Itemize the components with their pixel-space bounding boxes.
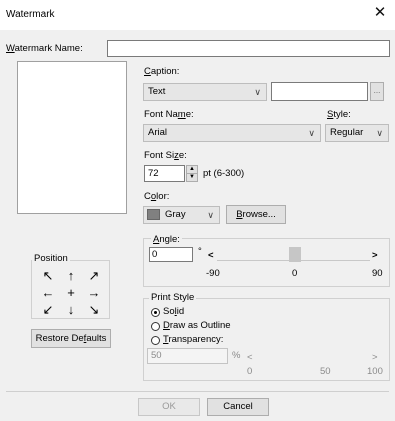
- transparency-max-label: 100: [367, 366, 383, 377]
- percent-label: %: [232, 350, 241, 361]
- outline-radio[interactable]: [151, 322, 160, 331]
- outline-radio-label: Draw as Outline: [163, 320, 231, 331]
- angle-slider-thumb[interactable]: [289, 247, 301, 262]
- color-swatch: [147, 209, 160, 220]
- position-right-icon[interactable]: →: [83, 285, 105, 300]
- degree-symbol: °: [198, 246, 202, 257]
- cancel-button[interactable]: Cancel: [207, 398, 269, 416]
- font-size-input[interactable]: 72: [144, 165, 185, 182]
- color-label: Color:: [144, 191, 170, 202]
- angle-mid-label: 0: [292, 268, 298, 279]
- chevron-down-icon: ∨: [254, 87, 261, 97]
- chevron-down-icon: ∨: [376, 128, 383, 138]
- transparency-input[interactable]: 50: [147, 348, 228, 364]
- position-left-icon[interactable]: ←: [37, 285, 59, 300]
- position-top-icon[interactable]: ↑: [60, 268, 82, 283]
- caption-type-dropdown[interactable]: Text ∨: [143, 83, 267, 101]
- position-top-left-icon[interactable]: ↖: [37, 268, 59, 284]
- watermark-preview: [17, 61, 127, 214]
- restore-defaults-button[interactable]: Restore Defaults: [31, 329, 111, 348]
- transparency-slider-right-arrow[interactable]: >: [372, 352, 378, 363]
- chevron-down-icon: ∨: [207, 210, 214, 220]
- transparency-min-label: 0: [247, 366, 253, 377]
- font-size-label: Font Size:: [144, 150, 187, 161]
- angle-group: [143, 238, 390, 287]
- font-name-dropdown[interactable]: Arial ∨: [143, 124, 321, 142]
- style-label: Style:: [327, 109, 351, 120]
- position-top-right-icon[interactable]: ↗: [83, 268, 105, 284]
- browse-button[interactable]: Browse...: [226, 205, 286, 224]
- position-bottom-icon[interactable]: ↓: [60, 302, 82, 317]
- angle-input[interactable]: 0: [149, 247, 193, 262]
- watermark-name-label: Watermark Name:: [6, 43, 83, 54]
- print-style-label: Print Style: [149, 292, 197, 303]
- transparency-radio[interactable]: [151, 336, 160, 345]
- position-label: Position: [32, 253, 70, 264]
- font-name-label: Font Name:: [144, 109, 194, 120]
- position-bottom-left-icon[interactable]: ↙: [37, 302, 59, 318]
- title-bar: [0, 0, 395, 30]
- font-size-down-icon[interactable]: ▼: [186, 173, 198, 182]
- angle-slider-right-arrow[interactable]: >: [372, 250, 378, 261]
- ok-button[interactable]: OK: [138, 398, 200, 416]
- angle-label: Angle:: [151, 234, 182, 245]
- angle-max-label: 90: [372, 268, 383, 279]
- close-icon[interactable]: ✕: [371, 4, 389, 22]
- dialog-title: Watermark: [6, 9, 55, 20]
- footer-separator: [6, 391, 389, 392]
- transparency-mid-label: 50: [320, 366, 331, 377]
- caption-browse-button[interactable]: ...: [370, 82, 384, 101]
- style-dropdown[interactable]: Regular ∨: [325, 124, 389, 142]
- position-bottom-right-icon[interactable]: ↘: [83, 302, 105, 318]
- transparency-radio-label: Transparency:: [163, 334, 224, 345]
- watermark-name-input[interactable]: [107, 40, 390, 57]
- caption-text-input[interactable]: [271, 82, 368, 101]
- angle-slider-left-arrow[interactable]: <: [208, 250, 214, 261]
- angle-min-label: -90: [206, 268, 220, 279]
- position-center-icon[interactable]: +: [60, 285, 82, 300]
- chevron-down-icon: ∨: [308, 128, 315, 138]
- caption-label: Caption:: [144, 66, 180, 77]
- solid-radio-label: Solid: [163, 306, 185, 317]
- transparency-slider-left-arrow[interactable]: <: [247, 352, 253, 363]
- solid-radio[interactable]: [151, 308, 160, 317]
- font-size-unit: pt (6-300): [203, 168, 245, 179]
